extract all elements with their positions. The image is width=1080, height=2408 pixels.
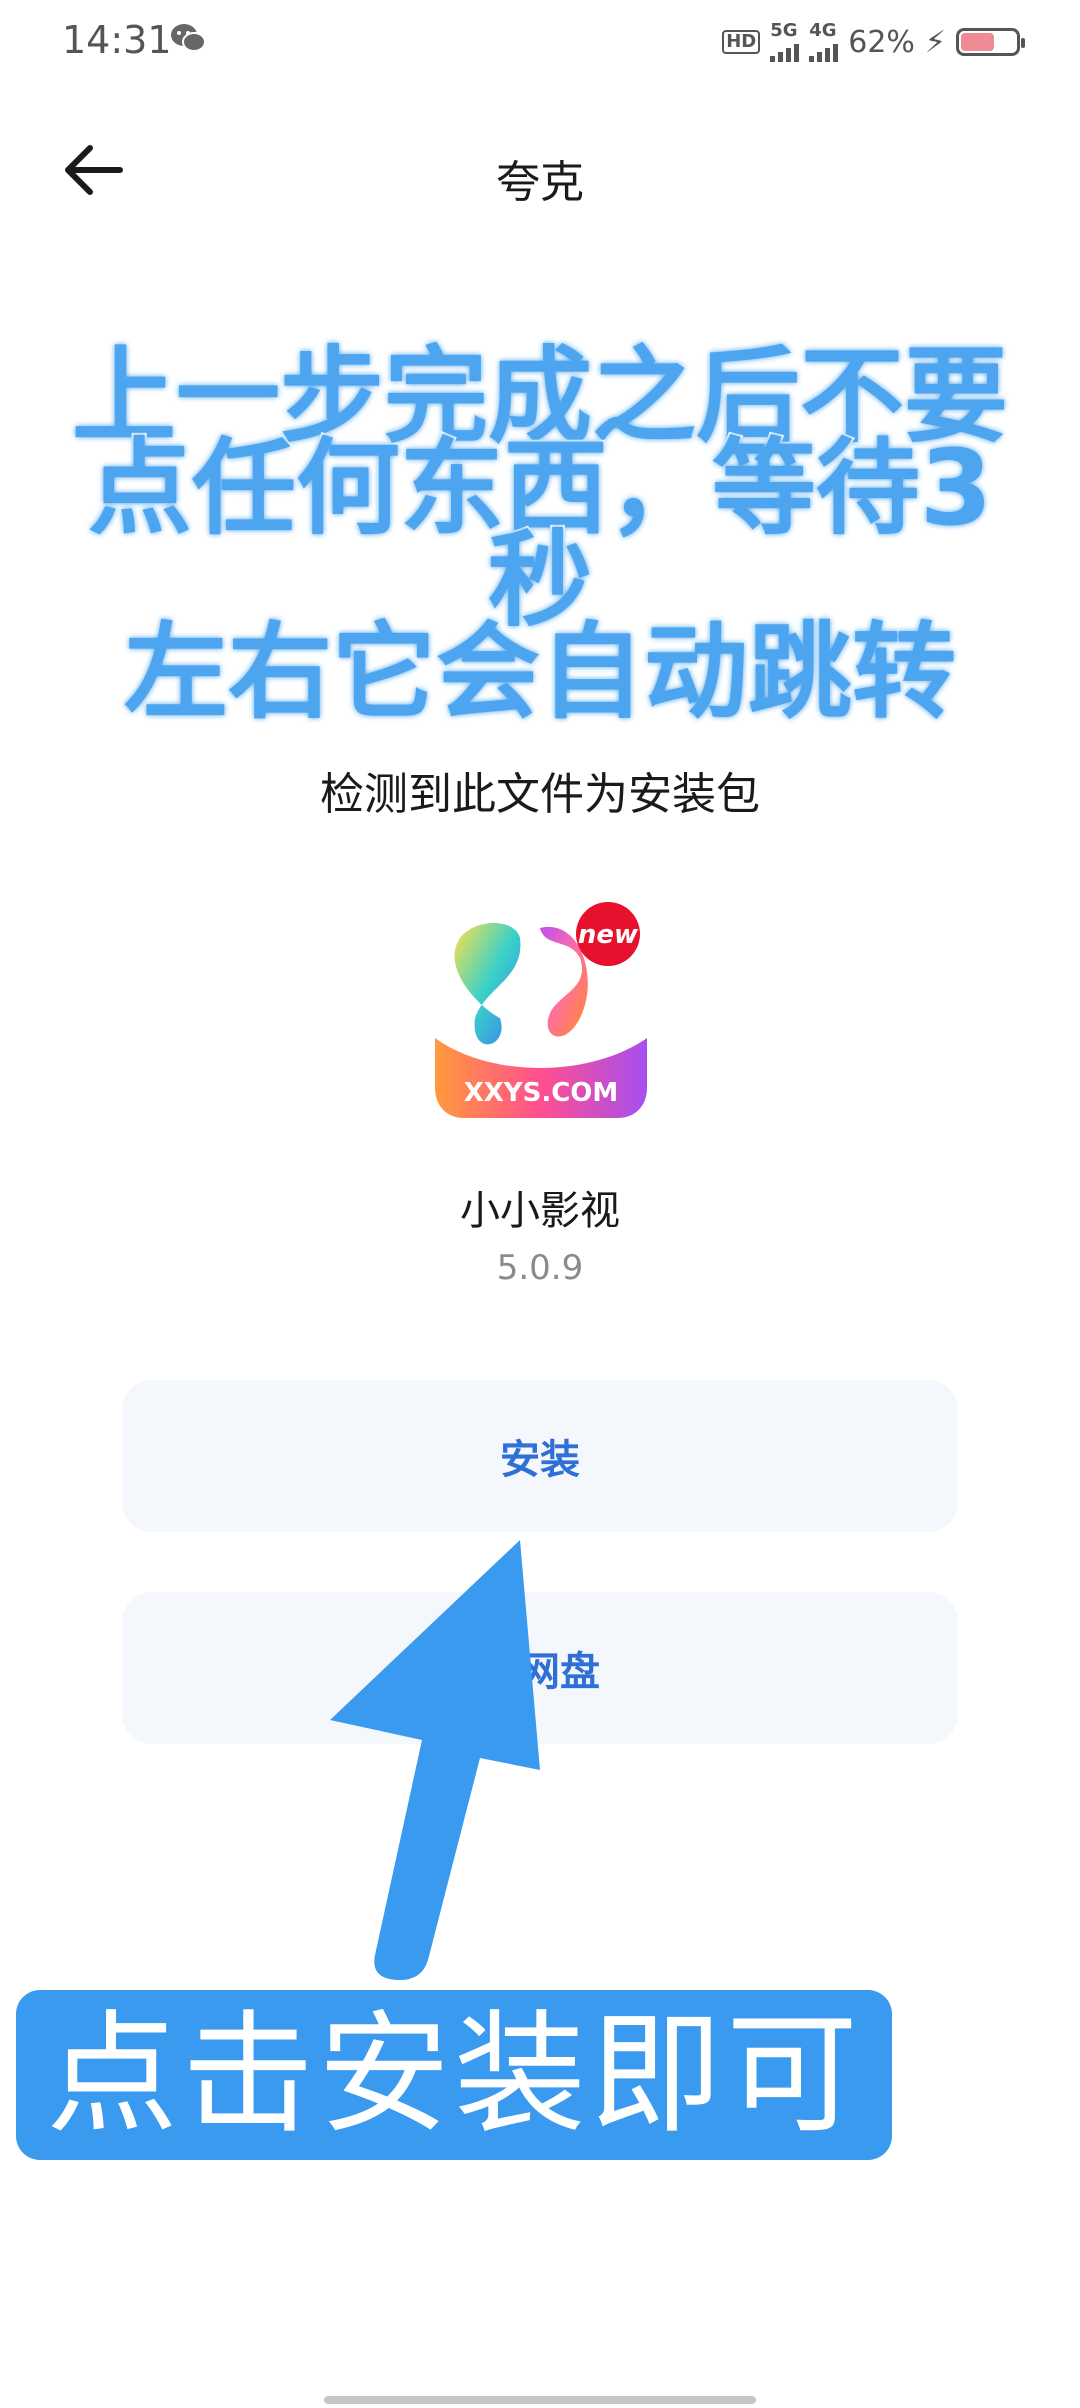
status-indicators: HD 5G 4G 62% ⚡: [722, 20, 1025, 64]
signal-5g: 5G: [770, 20, 800, 62]
status-bar: 14:31 HD 5G 4G 62% ⚡: [0, 0, 1080, 86]
wechat-icon: [171, 24, 206, 52]
overlay-line: 点任何东西，等待3秒: [86, 427, 994, 641]
overlay-instruction: 上一步完成之后不要 点任何东西，等待3秒 左右它会自动跳转: [40, 342, 1040, 733]
pointer-arrow: [330, 1540, 540, 1980]
tap-install-banner: 点击安装即可: [16, 1990, 892, 2160]
status-time: 14:31: [62, 18, 172, 62]
detect-message: 检测到此文件为安装包: [320, 769, 760, 820]
hd-icon: HD: [722, 30, 761, 54]
app-icon-text: XXYS.COM: [464, 1078, 619, 1108]
install-button[interactable]: 安装: [122, 1380, 958, 1532]
network-4g-label: 4G: [809, 20, 837, 41]
app-name: 小小影视: [460, 1188, 620, 1234]
battery-percent: 62%: [848, 24, 915, 60]
app-icon: new XXYS.COM: [430, 898, 652, 1120]
charging-icon: ⚡: [924, 24, 946, 60]
signal-icon: [809, 40, 839, 62]
app-version: 5.0.9: [496, 1248, 584, 1288]
signal-4g: 4G: [809, 20, 839, 62]
signal-icon: [770, 40, 800, 62]
overlay-line: 左右它会自动跳转: [122, 611, 958, 733]
home-indicator[interactable]: [324, 2396, 756, 2404]
battery-icon: [956, 28, 1025, 56]
app-icon-badge: new: [578, 920, 639, 950]
page-title: 夸克: [496, 157, 584, 208]
network-5g-label: 5G: [770, 20, 798, 41]
